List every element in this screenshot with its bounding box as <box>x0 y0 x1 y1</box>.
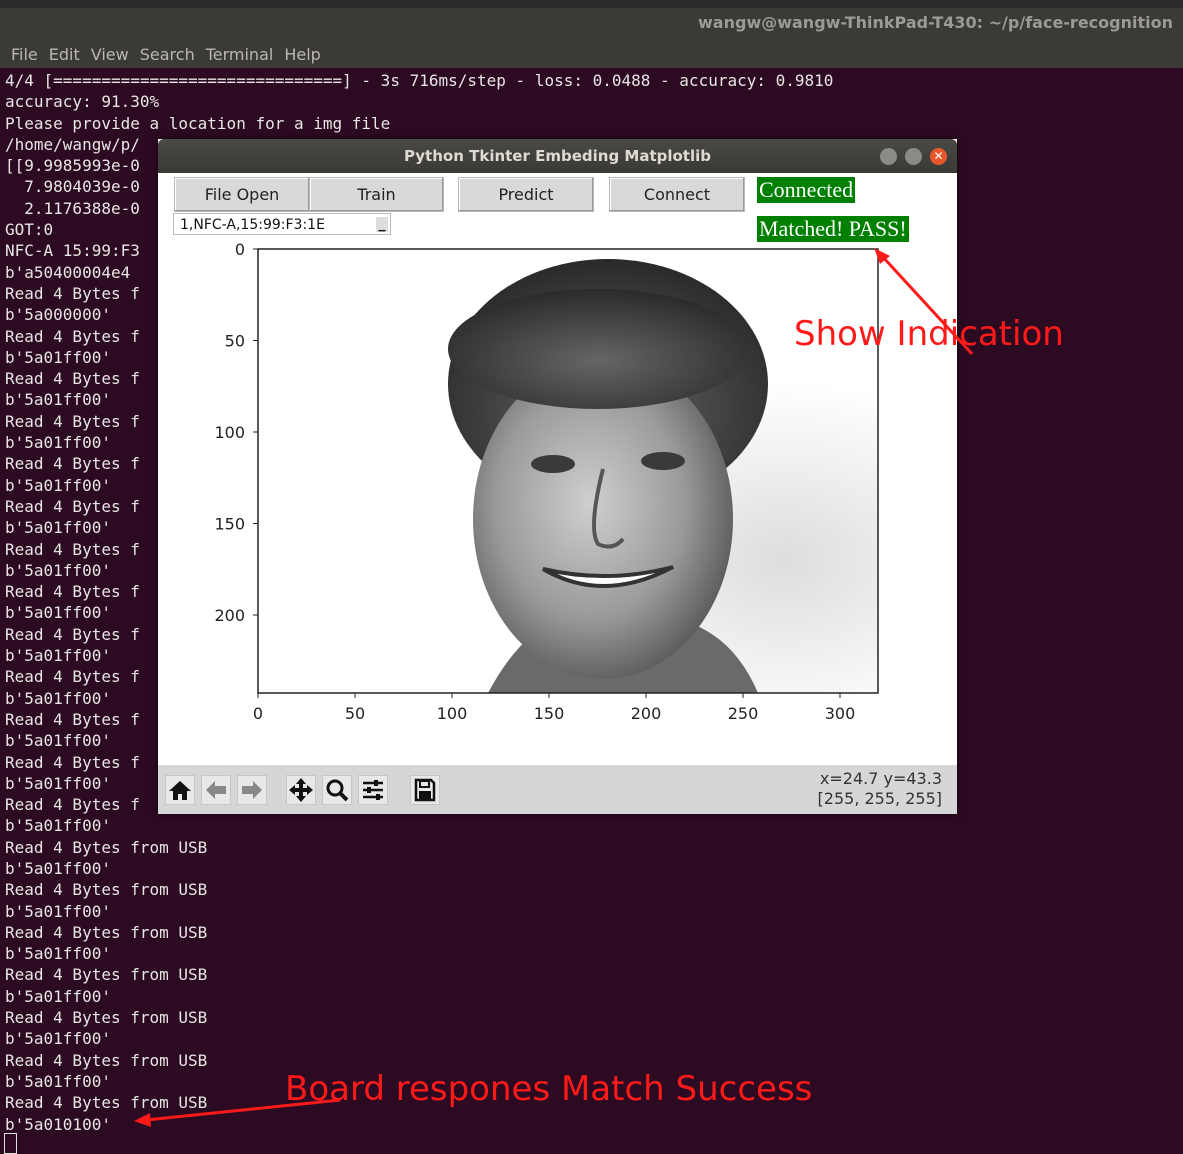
annotation-board-response: Board respones Match Success <box>285 1069 813 1109</box>
annotation-show-indication: Show Indication <box>794 314 1064 354</box>
annotation-arrows <box>134 248 974 1127</box>
